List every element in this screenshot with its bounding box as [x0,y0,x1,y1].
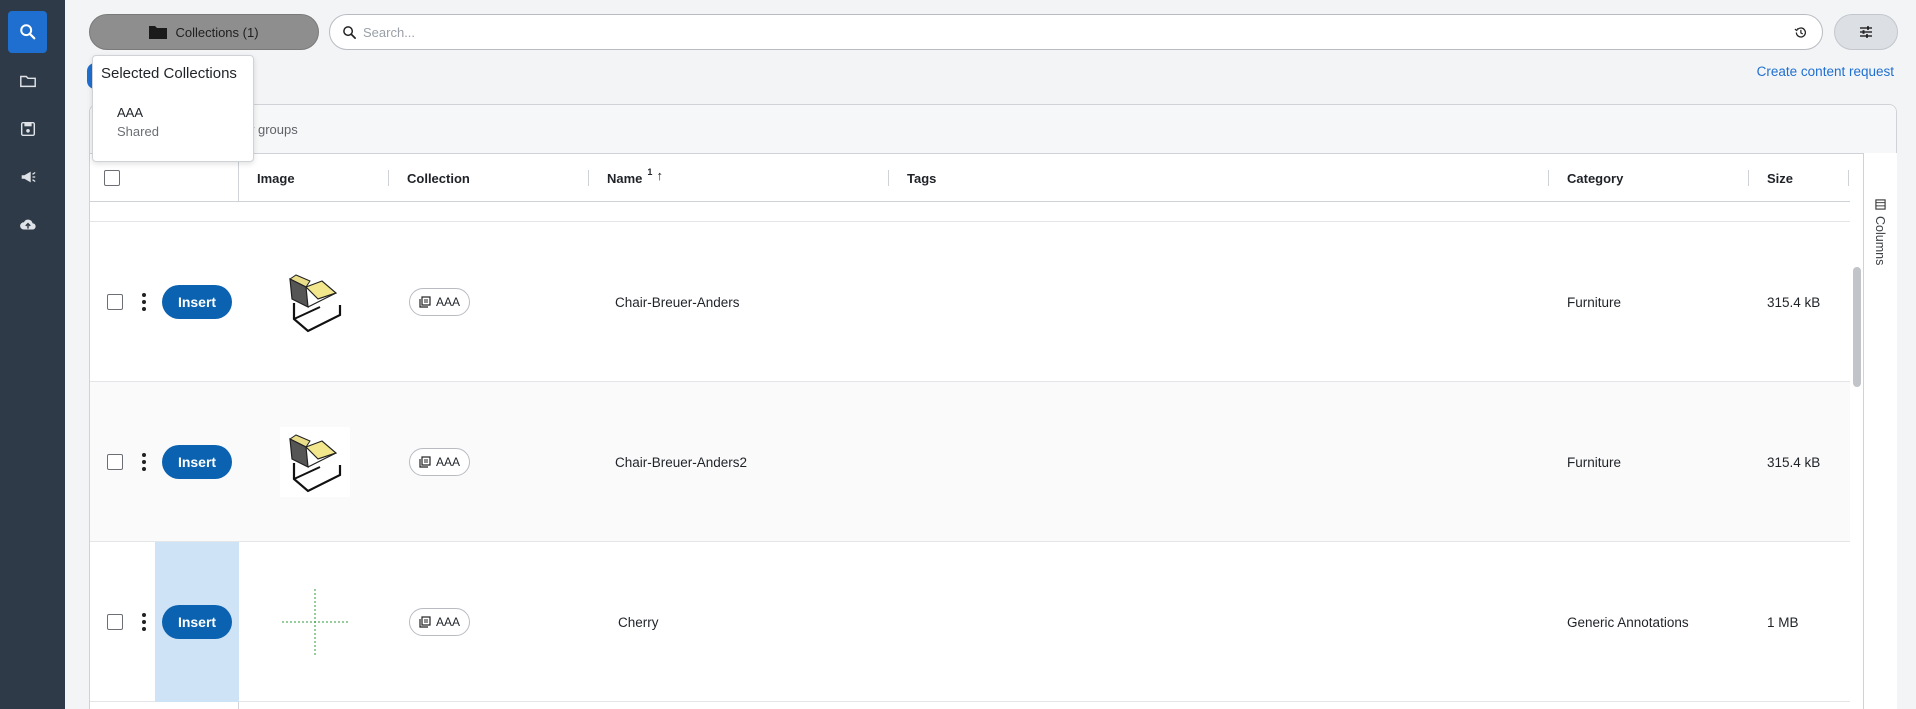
row-menu-icon[interactable] [140,222,148,382]
rail-folder-button[interactable] [8,60,47,102]
rail-save-button[interactable] [8,108,47,150]
crosshair-thumbnail-icon [282,589,348,655]
row-groups-bar: w groups [90,105,1896,154]
columns-side-tab[interactable]: Columns [1863,153,1897,709]
thumbnail[interactable] [280,222,350,382]
size-cell: 1 MB [1767,614,1799,630]
popover-collection-sub: Shared [117,124,159,139]
table-row[interactable]: Insert AAA Cherry Generic Annotations 1 … [90,542,1850,702]
search-icon [343,25,356,39]
column-header-name[interactable]: Name 1 ↑ [607,154,663,202]
row-checkbox[interactable] [107,222,123,382]
megaphone-icon [21,171,36,183]
column-header-size[interactable]: Size [1767,154,1793,202]
column-resize-handle[interactable] [1748,170,1749,186]
column-resize-handle[interactable] [1548,170,1549,186]
columns-icon [1874,199,1886,210]
insert-cell: Insert [155,382,239,542]
column-resize-handle[interactable] [888,170,889,186]
cloud-upload-icon [19,219,36,230]
rail-upload-button[interactable] [8,204,47,246]
sort-order-index: 1 [647,167,653,177]
column-header-category[interactable]: Category [1567,154,1623,202]
name-cell: Cherry [618,614,659,630]
sort-ascending-icon: ↑ [656,167,663,183]
results-panel: w groups Image Collection Name 1 ↑ Tags … [89,104,1897,709]
rail-announce-button[interactable] [8,156,47,198]
search-icon [19,24,35,40]
column-header-name-label: Name [607,170,643,186]
column-header-tags[interactable]: Tags [907,154,936,202]
chair-thumbnail-icon [280,427,350,497]
sliders-icon [1860,26,1872,38]
library-icon [419,456,431,468]
insert-cell: Insert [155,222,239,382]
rail-search-button[interactable] [8,11,47,53]
table-header: Image Collection Name 1 ↑ Tags Category … [90,154,1850,202]
thumbnail[interactable] [280,382,350,542]
save-icon [20,121,35,137]
vertical-scrollbar-thumb[interactable] [1853,267,1861,387]
history-icon[interactable] [1790,22,1810,42]
collections-button[interactable]: Collections (1) [89,14,319,50]
name-cell: Chair-Breuer-Anders [615,294,740,310]
category-cell: Generic Annotations [1567,614,1689,630]
chair-thumbnail-icon [280,267,350,337]
insert-button[interactable]: Insert [161,605,233,639]
column-resize-handle[interactable] [1848,170,1849,186]
create-content-request-link[interactable]: Create content request [1757,64,1894,79]
collection-chip[interactable]: AAA [409,382,471,542]
collection-chip[interactable]: AAA [409,222,471,382]
column-resize-handle[interactable] [588,170,589,186]
category-cell: Furniture [1567,294,1622,310]
column-resize-handle[interactable] [388,170,389,186]
row-menu-icon[interactable] [140,542,148,702]
table-row[interactable]: Insert AAA Chair-Breuer-Anders2 Furnitur… [90,382,1850,542]
row-menu-icon[interactable] [140,382,148,542]
insert-button[interactable]: Insert [161,445,233,479]
column-header-collection[interactable]: Collection [407,154,470,202]
folder-icon [19,75,36,88]
insert-button[interactable]: Insert [161,285,233,319]
collection-chip[interactable]: AAA [409,542,471,702]
library-icon [419,296,431,308]
filter-settings-button[interactable] [1834,14,1898,50]
collection-chip-label: AAA [436,615,461,629]
table-body: Insert AAA Chair-Breuer-Anders Furniture… [90,202,1850,702]
collections-button-label: Collections (1) [175,24,259,40]
selected-collections-popover: Selected Collections AAA Shared [92,55,254,162]
search-bar [329,14,1823,50]
columns-tab-label: Columns [1873,216,1887,266]
library-icon [419,616,431,628]
collection-chip-label: AAA [436,455,461,469]
popover-title: Selected Collections [101,65,237,82]
table-row[interactable]: Insert AAA Chair-Breuer-Anders Furniture… [90,222,1850,382]
collection-chip-label: AAA [436,295,461,309]
name-cell: Chair-Breuer-Anders2 [615,454,748,470]
category-cell: Furniture [1567,454,1622,470]
size-cell: 315.4 kB [1767,454,1821,470]
left-rail [0,0,65,709]
table-row-partial [90,202,1850,222]
search-input[interactable] [363,24,1790,40]
column-header-image[interactable]: Image [257,154,295,202]
row-checkbox[interactable] [107,382,123,542]
thumbnail[interactable] [280,542,350,702]
insert-cell: Insert [155,542,239,702]
size-cell: 315.4 kB [1767,294,1821,310]
popover-collection-name[interactable]: AAA [117,105,143,120]
folder-icon [149,26,168,39]
row-checkbox[interactable] [107,542,123,702]
